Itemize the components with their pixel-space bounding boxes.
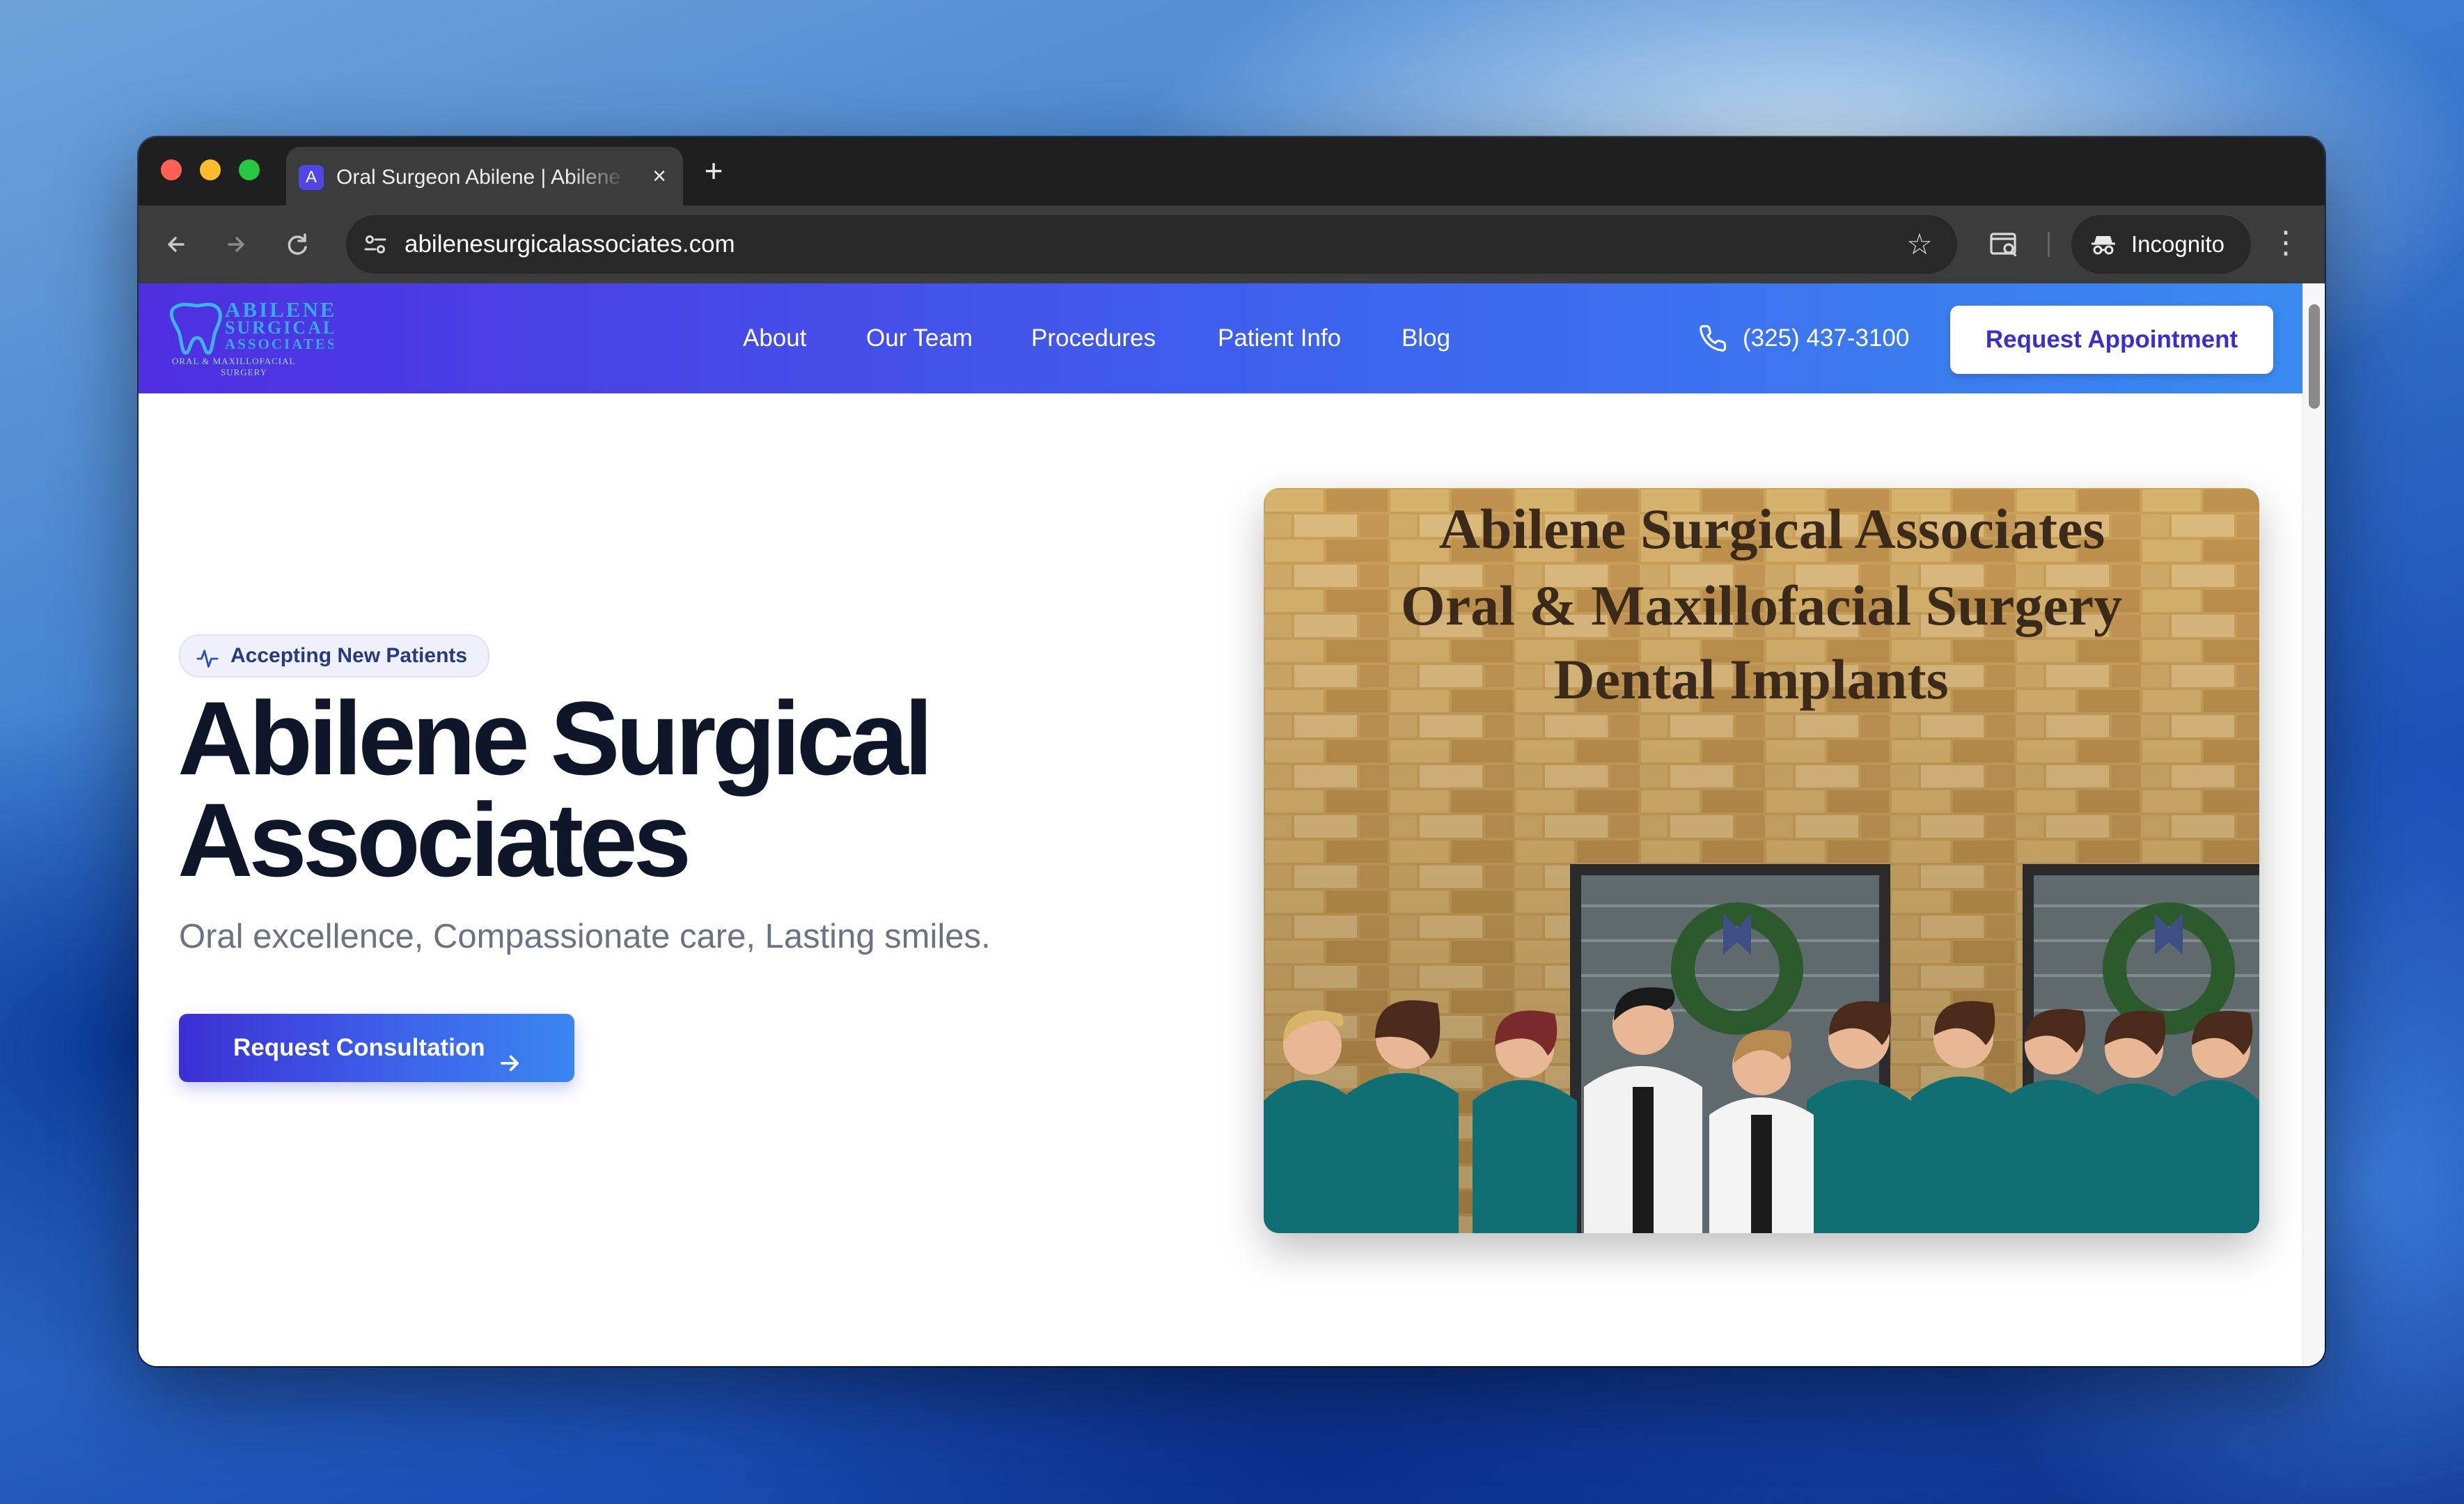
address-bar[interactable]: abilenesurgicalassociates.com ☆ — [346, 215, 1957, 274]
logo-tagline-2: SURGERY — [221, 367, 267, 377]
request-consultation-button[interactable]: Request Consultation — [179, 1014, 574, 1082]
url-text[interactable]: abilenesurgicalassociates.com — [405, 229, 735, 260]
incognito-label: Incognito — [2131, 231, 2224, 257]
menu-icon[interactable]: ⋮ — [2270, 225, 2301, 264]
arrow-right-icon — [496, 1035, 523, 1072]
tab-favicon-icon: A — [299, 165, 324, 190]
site-info-icon[interactable] — [360, 229, 391, 260]
maximize-window-button[interactable] — [239, 159, 260, 180]
tab-strip: A Oral Surgeon Abilene | Abilene Surgica… — [139, 137, 2325, 205]
logo-line-3: ASSOCIATES — [225, 336, 333, 352]
page-viewport: ABILENE SURGICAL ASSOCIATES ORAL & MAXIL… — [139, 283, 2302, 1366]
sign-line-1: Abilene Surgical Associates — [1439, 497, 2105, 561]
page-title: Abilene Surgical Associates — [178, 680, 1083, 898]
nav-link-patient-info[interactable]: Patient Info — [1218, 322, 1341, 354]
browser-window: A Oral Surgeon Abilene | Abilene Surgica… — [139, 137, 2325, 1366]
logo-line-2: SURGICAL — [225, 318, 333, 338]
team-photo: Abilene Surgical Associates Oral & Maxil… — [1264, 488, 2259, 1233]
tab-search-icon[interactable] — [1985, 225, 2024, 264]
title-line-2: Associates — [178, 781, 691, 898]
toolbar-divider — [2048, 232, 2050, 257]
browser-toolbar: abilenesurgicalassociates.com ☆ Incognit… — [139, 205, 2325, 283]
minimize-window-button[interactable] — [200, 159, 221, 180]
sign-line-3: Dental Implants — [1553, 648, 1948, 711]
incognito-profile-button[interactable]: Incognito — [2071, 215, 2251, 274]
badge-label: Accepting New Patients — [230, 644, 468, 667]
browser-tab[interactable]: A Oral Surgeon Abilene | Abilene Surgica… — [286, 147, 683, 205]
forward-icon[interactable] — [217, 225, 256, 264]
logo-tagline-1: ORAL & MAXILLOFACIAL — [172, 356, 295, 366]
tooth-logo-icon: ABILENE SURGICAL ASSOCIATES ORAL & MAXIL… — [169, 297, 336, 377]
sign-line-2: Oral & Maxillofacial Surgery — [1401, 574, 2122, 637]
phone-number-link[interactable]: (325) 437-3100 — [1743, 322, 1909, 354]
close-icon[interactable]: × — [645, 162, 673, 190]
scrollbar-thumb[interactable] — [2309, 304, 2320, 409]
reload-icon[interactable] — [278, 225, 317, 264]
tab-title: Oral Surgeon Abilene | Abilene Surgical … — [336, 166, 629, 189]
incognito-icon — [2088, 229, 2119, 260]
status-badge: Accepting New Patients — [179, 634, 490, 677]
consultation-label: Request Consultation — [233, 1034, 485, 1061]
site-header: ABILENE SURGICAL ASSOCIATES ORAL & MAXIL… — [139, 283, 2302, 393]
request-appointment-button[interactable]: Request Appointment — [1950, 306, 2273, 374]
phone-icon — [1698, 324, 1727, 353]
site-logo[interactable]: ABILENE SURGICAL ASSOCIATES ORAL & MAXIL… — [166, 296, 336, 379]
nav-link-our-team[interactable]: Our Team — [866, 322, 973, 354]
nav-link-about[interactable]: About — [743, 322, 806, 354]
back-icon[interactable] — [157, 225, 196, 264]
page-scrollbar[interactable] — [2302, 283, 2325, 1366]
activity-pulse-icon — [196, 644, 219, 668]
hero-subtitle: Oral excellence, Compassionate care, Las… — [179, 918, 991, 955]
close-window-button[interactable] — [161, 159, 182, 180]
title-line-1: Abilene Surgical — [178, 680, 933, 797]
nav-link-procedures[interactable]: Procedures — [1031, 322, 1156, 354]
bookmark-star-icon[interactable]: ☆ — [1903, 228, 1936, 261]
nav-link-blog[interactable]: Blog — [1402, 322, 1450, 354]
plus-icon[interactable]: + — [698, 155, 729, 187]
